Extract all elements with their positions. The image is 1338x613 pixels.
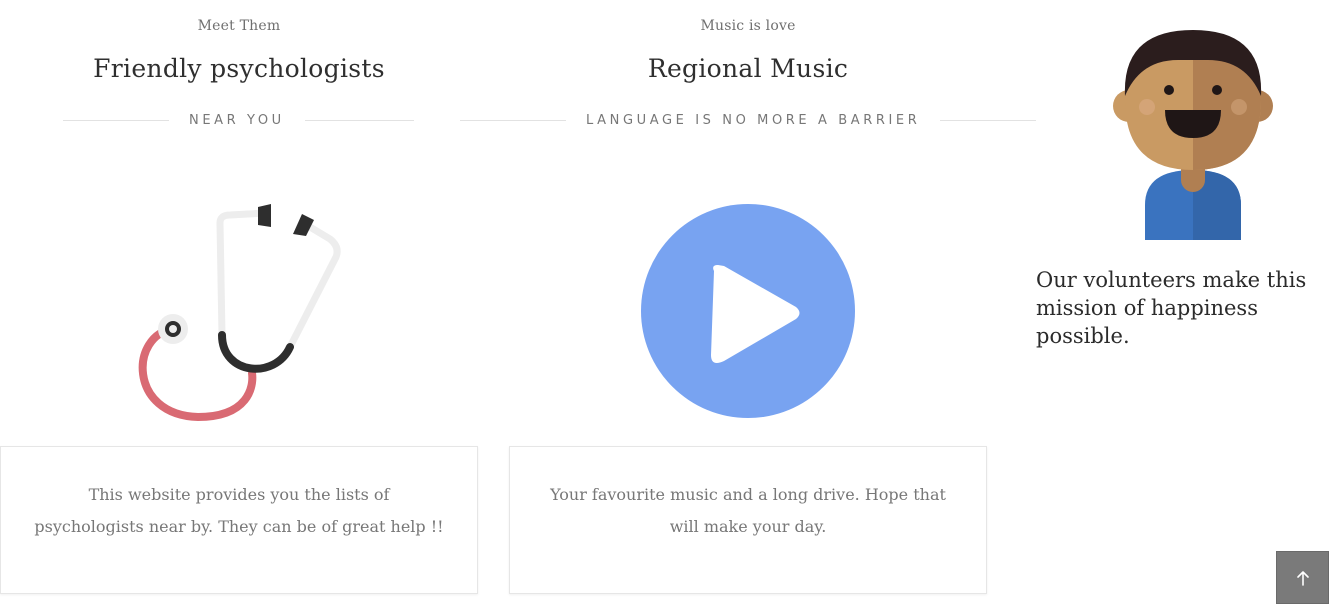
psychologists-card: This website provides you the lists of p… [0,446,478,594]
psychologists-eyebrow: Meet Them [197,18,281,34]
arrow-up-icon [1296,570,1309,586]
music-card: Your favourite music and a long drive. H… [509,446,987,594]
music-eyebrow: Music is love [700,18,796,34]
psychologists-title: Friendly psychologists [93,54,385,83]
back-to-top-button[interactable] [1276,551,1329,604]
divider-right [304,119,414,121]
music-subheading: LANGUAGE IS NO MORE A BARRIER [586,112,921,128]
play-icon[interactable] [640,203,856,419]
volunteers-text: Our volunteers make this mission of happ… [1036,268,1307,348]
psychologists-subheading-row: NEAR YOU [63,108,414,132]
music-title: Regional Music [647,54,849,83]
divider-right [940,119,1036,121]
stethoscope-icon [138,204,341,422]
divider-left [63,119,169,121]
volunteer-avatar-icon [1113,30,1273,240]
psychologists-subheading: NEAR YOU [189,112,285,128]
divider-left [460,119,566,121]
music-description: Your favourite music and a long drive. H… [550,485,946,536]
music-subheading-row: LANGUAGE IS NO MORE A BARRIER [460,108,1036,132]
psychologists-description: This website provides you the lists of p… [34,485,444,536]
